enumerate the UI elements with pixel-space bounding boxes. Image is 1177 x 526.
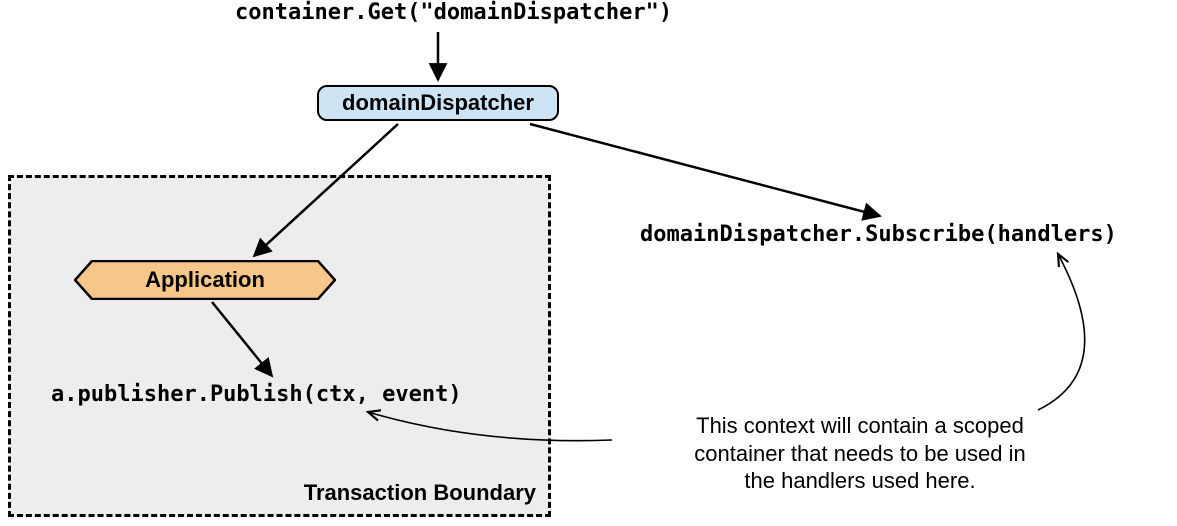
domain-dispatcher-label: domainDispatcher — [342, 90, 534, 116]
application-label: Application — [74, 260, 336, 300]
transaction-boundary-label: Transaction Boundary — [304, 480, 536, 506]
annotation-arrow-to-subscribe — [1038, 254, 1085, 410]
annotation-text: This context will contain a scoped conta… — [620, 412, 1100, 495]
transaction-boundary-box: Transaction Boundary — [8, 175, 551, 517]
subscribe-call-code: domainDispatcher.Subscribe(handlers) — [640, 222, 1117, 247]
annotation-line-1: This context will contain a scoped — [696, 413, 1024, 438]
edge-dispatcher-to-subscribe — [530, 124, 880, 216]
annotation-line-2: container that needs to be used in — [694, 441, 1025, 466]
annotation-line-3: the handlers used here. — [744, 468, 975, 493]
container-get-code: container.Get("domainDispatcher") — [235, 0, 672, 25]
publish-call-code: a.publisher.Publish(ctx, event) — [51, 382, 462, 407]
domain-dispatcher-node: domainDispatcher — [317, 85, 559, 121]
application-node: Application — [74, 260, 336, 300]
